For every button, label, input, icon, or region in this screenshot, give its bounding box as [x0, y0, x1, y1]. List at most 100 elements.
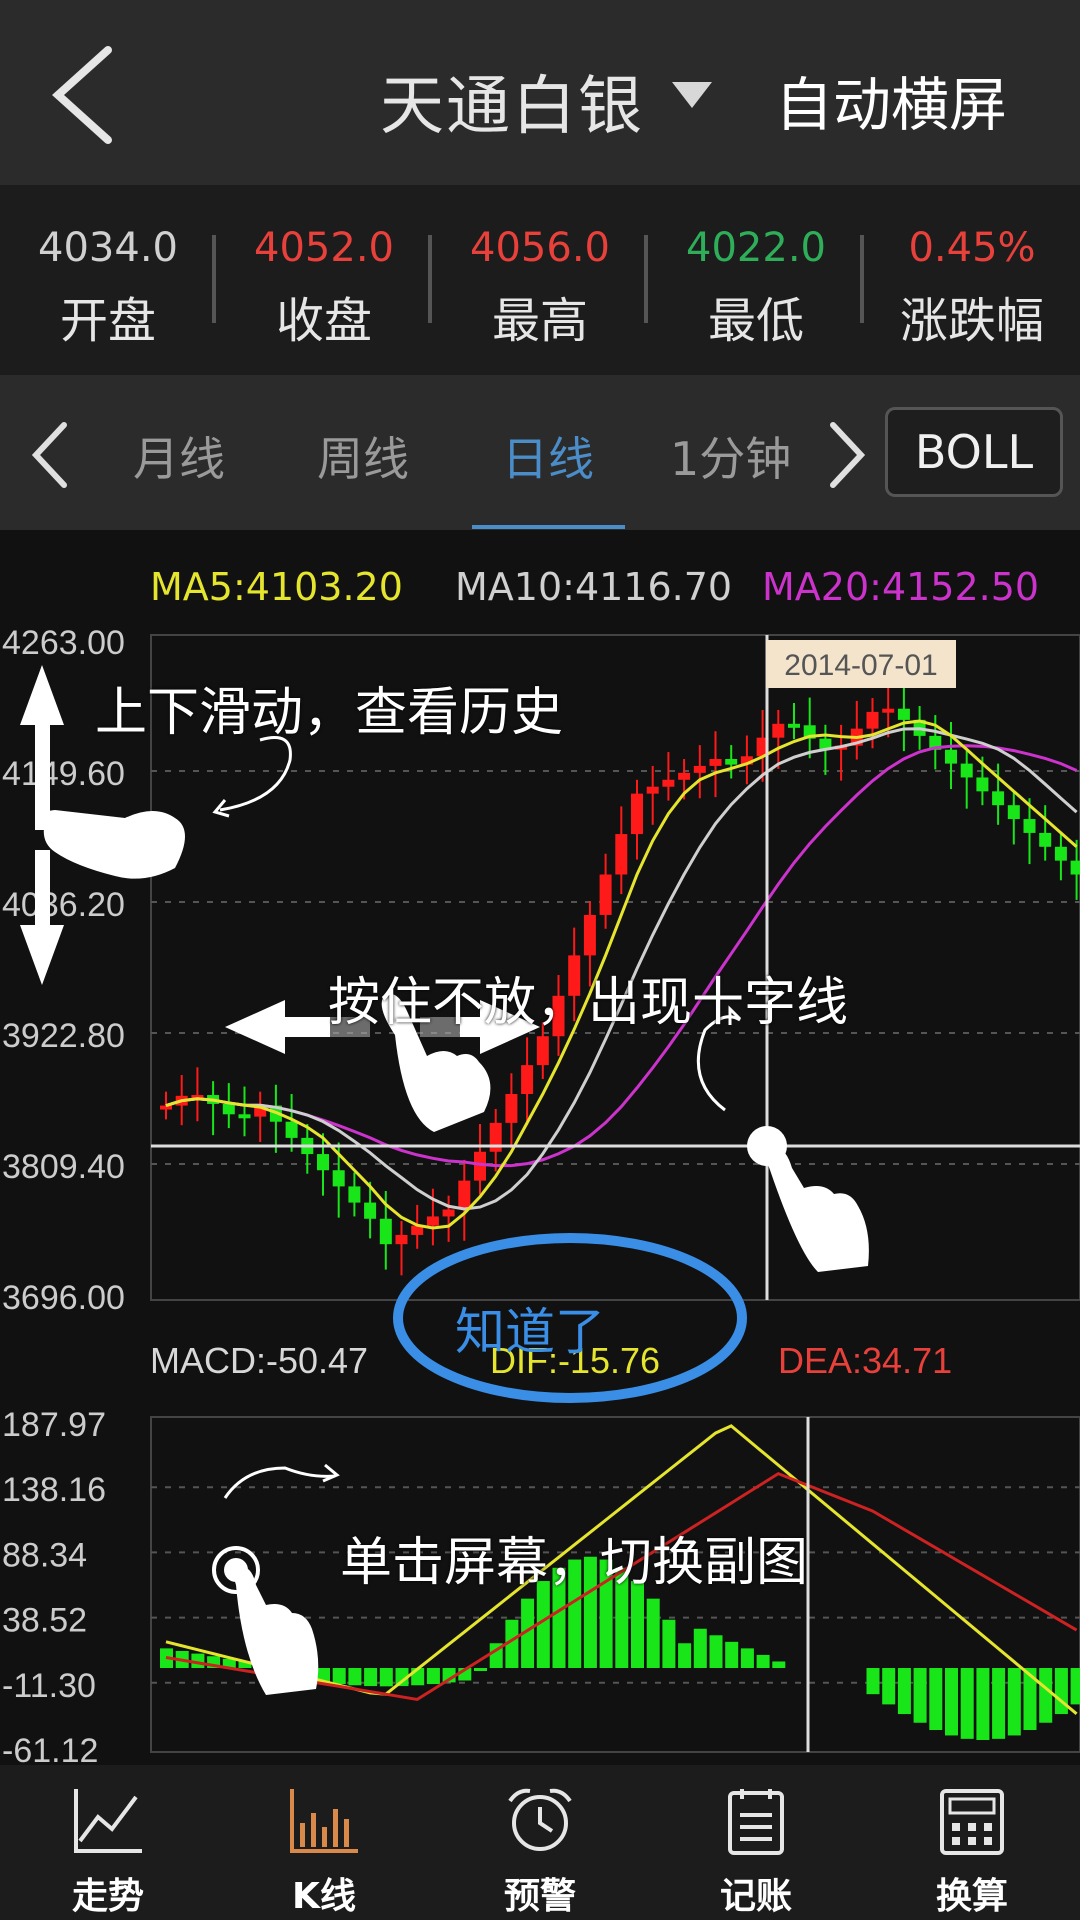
tab-weekly[interactable]: 周线 [317, 423, 409, 489]
chevron-right-icon [830, 422, 866, 488]
alarm-clock-icon [508, 1788, 572, 1851]
candle-body [379, 1218, 392, 1245]
candle-body [976, 777, 989, 792]
top-bar: 天通白银 自动横屏 [0, 0, 1080, 185]
got-it-label[interactable]: 知道了 [455, 1292, 605, 1364]
candle-body [395, 1234, 408, 1245]
price-tick-label: 4263.00 [2, 624, 125, 662]
tab-label: 换算 [935, 1876, 1008, 1917]
candle-body [536, 1036, 549, 1066]
macd-bar [960, 1668, 974, 1739]
candle-body [1039, 832, 1052, 847]
stat-label: 最低 [707, 293, 804, 349]
macd-bar [332, 1668, 346, 1685]
tab-label: K线 [292, 1876, 356, 1917]
tab-daily[interactable]: 日线 [502, 423, 594, 489]
macd-bar [882, 1668, 896, 1705]
candle-body [426, 1216, 439, 1226]
macd-tick-label: 138.16 [2, 1471, 106, 1509]
stat-value: 4034.0 [38, 225, 178, 271]
instrument-title[interactable]: 天通白银 [380, 55, 644, 147]
candle-body [945, 749, 957, 764]
macd-bar [678, 1643, 692, 1669]
price-tick-label: 4036.20 [2, 886, 125, 924]
period-next-button[interactable] [815, 415, 875, 495]
hand-pointer-icon [212, 1546, 319, 1695]
candle-body [599, 874, 612, 915]
candle-body [882, 708, 895, 713]
candle-body [332, 1170, 345, 1187]
stat-value: 0.45% [908, 225, 1036, 271]
period-prev-button[interactable] [22, 415, 82, 495]
macd-bar [662, 1619, 676, 1669]
candle-body [238, 1114, 251, 1119]
candle-body [442, 1209, 455, 1217]
macd-bar [913, 1668, 927, 1723]
indicator-boll-button[interactable]: BOLL [885, 407, 1063, 497]
auto-rotate-button[interactable]: 自动横屏 [775, 58, 1007, 142]
candle-body [725, 758, 738, 765]
tab-kline[interactable]: K线 [216, 1775, 432, 1917]
chevron-left-icon [31, 422, 67, 488]
candle-body [646, 786, 659, 794]
price-tick-label: 3696.00 [2, 1279, 125, 1317]
macd-bar [945, 1668, 958, 1736]
macd-bar [1070, 1668, 1080, 1705]
tab-alert[interactable]: 预警 [432, 1775, 648, 1917]
dea-legend: DEA:34.71 [778, 1340, 952, 1381]
tab-ledger[interactable]: 记账 [648, 1775, 864, 1917]
candle-body [348, 1186, 361, 1203]
macd-bar [693, 1628, 707, 1669]
candle-body [1007, 805, 1020, 820]
stat-label: 开盘 [59, 293, 156, 349]
hint-scroll-history: 上下滑动，查看历史 [95, 683, 564, 743]
stat-value: 4052.0 [254, 225, 394, 271]
bottom-tab-bar: 走势 K线 预警 记账 换算 [0, 1765, 1080, 1920]
candle-body [960, 763, 973, 778]
macd-bar [772, 1661, 786, 1669]
instrument-dropdown-icon[interactable] [672, 82, 712, 108]
stat-value: 4022.0 [686, 225, 826, 271]
candle-body [772, 723, 785, 738]
calculator-icon [940, 1789, 1004, 1855]
candle-body [160, 1105, 172, 1110]
tab-label: 预警 [503, 1876, 576, 1917]
tab-label: 记账 [719, 1876, 792, 1917]
stat-label: 收盘 [275, 293, 372, 349]
price-tick-label: 3809.40 [2, 1148, 125, 1186]
macd-tick-label: 38.52 [2, 1602, 87, 1640]
ledger-icon [728, 1789, 784, 1855]
tab-trend[interactable]: 走势 [0, 1775, 216, 1917]
macd-axis: 187.97 138.16 88.34 38.52 -11.30 -61.12 [2, 1406, 106, 1765]
candle-body [505, 1093, 518, 1123]
price-tick-label: 3922.80 [2, 1017, 125, 1055]
candle-body [317, 1154, 329, 1171]
macd-tick-label: -61.12 [2, 1732, 98, 1765]
stat-high: 4056.0 最高 [432, 225, 648, 351]
macd-bar [740, 1648, 754, 1669]
hand-pointer-icon [41, 810, 185, 879]
trend-icon [74, 1789, 142, 1853]
active-tab-indicator [472, 525, 625, 529]
macd-bar [976, 1668, 990, 1740]
stat-label: 最高 [491, 293, 588, 349]
stat-low: 4022.0 最低 [648, 225, 864, 351]
tab-monthly[interactable]: 月线 [133, 423, 225, 489]
macd-bar [992, 1668, 1006, 1739]
tab-converter[interactable]: 换算 [864, 1775, 1080, 1917]
crosshair-date: 2014-07-01 [784, 649, 937, 682]
tab-1min[interactable]: 1分钟 [670, 423, 791, 489]
back-arrow-icon [52, 46, 112, 144]
candle-body [521, 1065, 534, 1094]
quote-stats: 4034.0 开盘 4052.0 收盘 4056.0 最高 4022.0 最低 … [0, 185, 1080, 375]
candle-body [1070, 860, 1080, 875]
candle-body [662, 779, 675, 787]
back-button[interactable] [40, 40, 130, 150]
macd-bar [348, 1668, 362, 1686]
candle-body [458, 1180, 471, 1210]
macd-bar [1039, 1668, 1053, 1723]
candle-body [364, 1202, 377, 1219]
kline-chart[interactable]: MA5:4103.20 MA10:4116.70 MA20:4152.50 42… [0, 530, 1080, 1765]
macd-bar [709, 1635, 723, 1669]
candle-body [1054, 846, 1067, 861]
